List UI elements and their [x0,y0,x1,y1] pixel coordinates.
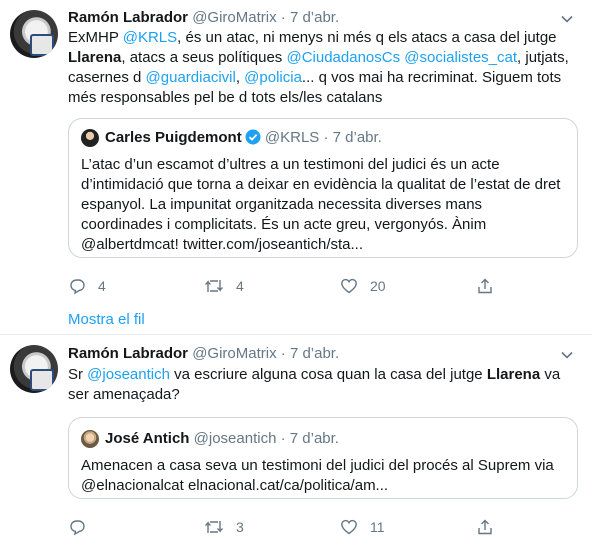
share-button[interactable] [476,276,494,296]
quoted-author-avatar [81,430,99,448]
quoted-author-handle: @KRLS [264,129,320,146]
share-button[interactable] [476,517,494,537]
chevron-down-icon[interactable] [560,348,574,362]
mention-link[interactable]: @KRLS [123,29,177,46]
tweet-text-segment: , [235,69,245,86]
separator: · [280,430,286,447]
quoted-tweet-header: Carles Puigdemont @KRLS · 7 d’abr. [105,128,382,148]
quoted-author-name: José Antich [105,430,190,447]
highlighted-term: Llarena [486,366,541,383]
heart-icon [341,519,357,535]
retweet-icon [205,521,223,533]
separator: · [280,9,286,26]
quoted-timestamp: 7 d’abr. [289,430,339,447]
reply-icon [70,520,85,536]
tweet-text-segment: , atacs a seus polítiques [121,49,287,66]
tweet[interactable]: Ramón Labrador @GiroMatrix · 7 d’abr. Ex… [0,0,592,335]
heart-icon [341,278,357,294]
quoted-tweet[interactable]: José Antich @joseantich · 7 d’abr. Amena… [68,417,578,499]
retweet-icon [205,280,223,292]
retweet-count: 4 [236,278,244,294]
quoted-tweet-header: José Antich @joseantich · 7 d’abr. [105,429,339,449]
retweet-button[interactable]: 4 [204,276,244,296]
highlighted-term: Llarena [68,49,122,66]
author-handle[interactable]: @GiroMatrix [192,345,276,362]
separator: · [280,345,286,362]
tweet-text-segment: va escriure alguna cosa quan la casa del… [169,366,487,383]
mention-link[interactable]: @policia [244,69,302,86]
show-thread-link[interactable]: Mostra el fil [68,310,145,330]
retweet-count: 3 [236,519,244,535]
reply-button[interactable]: 4 [68,276,106,296]
quoted-timestamp: 7 d’abr. [332,129,382,146]
reply-icon [70,279,85,295]
tweet-actions: 4 4 20 [68,276,580,296]
author-name[interactable]: Ramón Labrador [68,345,188,362]
quoted-author-avatar [81,129,99,147]
like-count: 20 [370,278,386,294]
verified-badge-icon [245,129,261,145]
timestamp[interactable]: 7 d’abr. [290,9,339,26]
like-button[interactable]: 20 [340,276,386,296]
tweet-text-segment: ExMHP [68,29,123,46]
quoted-author-name: Carles Puigdemont [105,129,242,146]
share-icon [478,278,492,294]
chevron-down-icon[interactable] [560,12,574,26]
timestamp[interactable]: 7 d’abr. [290,345,339,362]
tweet-actions: 3 11 [68,517,580,537]
reply-button[interactable] [68,517,98,537]
quoted-tweet-text: L’atac d’un escamot d’ultres a un testim… [81,156,561,253]
mention-link[interactable]: @CiudadanosCs [286,49,400,66]
mention-link[interactable]: @joseantich [87,366,170,383]
tweet[interactable]: Ramón Labrador @GiroMatrix · 7 d’abr. Sr… [0,335,592,546]
tweet-header: Ramón Labrador @GiroMatrix · 7 d’abr. [68,344,339,364]
mention-link[interactable]: @socialistes_cat [404,49,517,66]
quoted-tweet[interactable]: Carles Puigdemont @KRLS · 7 d’abr. L’ata… [68,118,578,258]
avatar[interactable] [10,345,58,393]
separator: · [323,129,329,146]
avatar[interactable] [10,10,58,58]
mention-link[interactable]: @guardiacivil [146,69,236,86]
tweet-text: Sr @joseantich va escriure alguna cosa q… [68,365,580,405]
retweet-button[interactable]: 3 [204,517,244,537]
author-handle[interactable]: @GiroMatrix [192,9,276,26]
like-button[interactable]: 11 [340,517,385,537]
like-count: 11 [370,519,385,535]
tweet-text-segment: Sr [68,366,88,383]
tweet-header: Ramón Labrador @GiroMatrix · 7 d’abr. [68,8,339,28]
quoted-tweet-text: Amenacen a casa seva un testimoni del ju… [81,457,554,494]
quoted-author-handle: @joseantich [193,430,277,447]
tweet-text: ExMHP @KRLS, és un atac, ni menys ni més… [68,28,580,108]
tweet-text-segment: , és un atac, ni menys ni més q els atac… [177,29,557,46]
author-name[interactable]: Ramón Labrador [68,9,188,26]
reply-count: 4 [98,278,106,294]
share-icon [478,519,492,535]
